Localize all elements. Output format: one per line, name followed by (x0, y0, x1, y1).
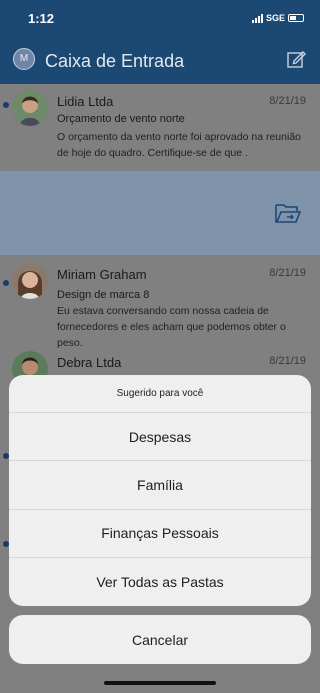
battery-icon (288, 14, 304, 22)
message-preview: O orçamento da vento norte foi aprovado … (57, 131, 301, 159)
list-item[interactable]: Miriam Graham 8/21/19 Design de marca 8 … (0, 255, 320, 349)
message-date: 8/21/19 (269, 355, 306, 367)
folder-option-despesas[interactable]: Despesas (9, 413, 311, 462)
cancel-button[interactable]: Cancelar (9, 615, 311, 664)
avatar (12, 263, 48, 299)
sender-name: Miriam Graham (57, 267, 147, 282)
sender-name: Lidia Ltda (57, 94, 114, 109)
unread-indicator (3, 280, 9, 286)
sheet-title: Sugerido para você (9, 375, 311, 413)
app-header: M Caixa de Entrada (0, 34, 320, 84)
signal-icon (251, 13, 263, 23)
sender-name: Debra Ltda (57, 355, 122, 370)
unread-indicator (3, 102, 9, 108)
folder-move-icon[interactable] (275, 202, 301, 224)
message-subject: Orçamento de vento norte (57, 113, 185, 125)
status-bar: 1:12 SGE (0, 0, 320, 34)
status-indicators: SGE (251, 13, 304, 23)
page-title: Caixa de Entrada (45, 51, 185, 71)
move-to-folder-sheet: Sugerido para você Despesas Família Fina… (9, 375, 311, 606)
home-indicator[interactable] (104, 681, 216, 685)
folder-option-financas-pessoais[interactable]: Finanças Pessoais (9, 510, 311, 558)
avatar (12, 90, 48, 126)
view-all-folders-option[interactable]: Ver Todas as Pastas (9, 558, 311, 606)
status-time: 1:12 (28, 11, 55, 26)
folder-option-familia[interactable]: Família (9, 461, 311, 510)
message-subject: Design de marca 8 (57, 289, 150, 301)
compose-icon[interactable] (286, 49, 306, 69)
message-date: 8/21/19 (269, 95, 306, 107)
message-date: 8/21/19 (269, 267, 306, 279)
carrier-label: SGE (265, 13, 285, 23)
swipe-action-row[interactable] (0, 171, 320, 255)
account-avatar[interactable]: M (13, 48, 35, 70)
list-item[interactable]: Lidia Ltda 8/21/19 Orçamento de vento no… (0, 84, 320, 171)
